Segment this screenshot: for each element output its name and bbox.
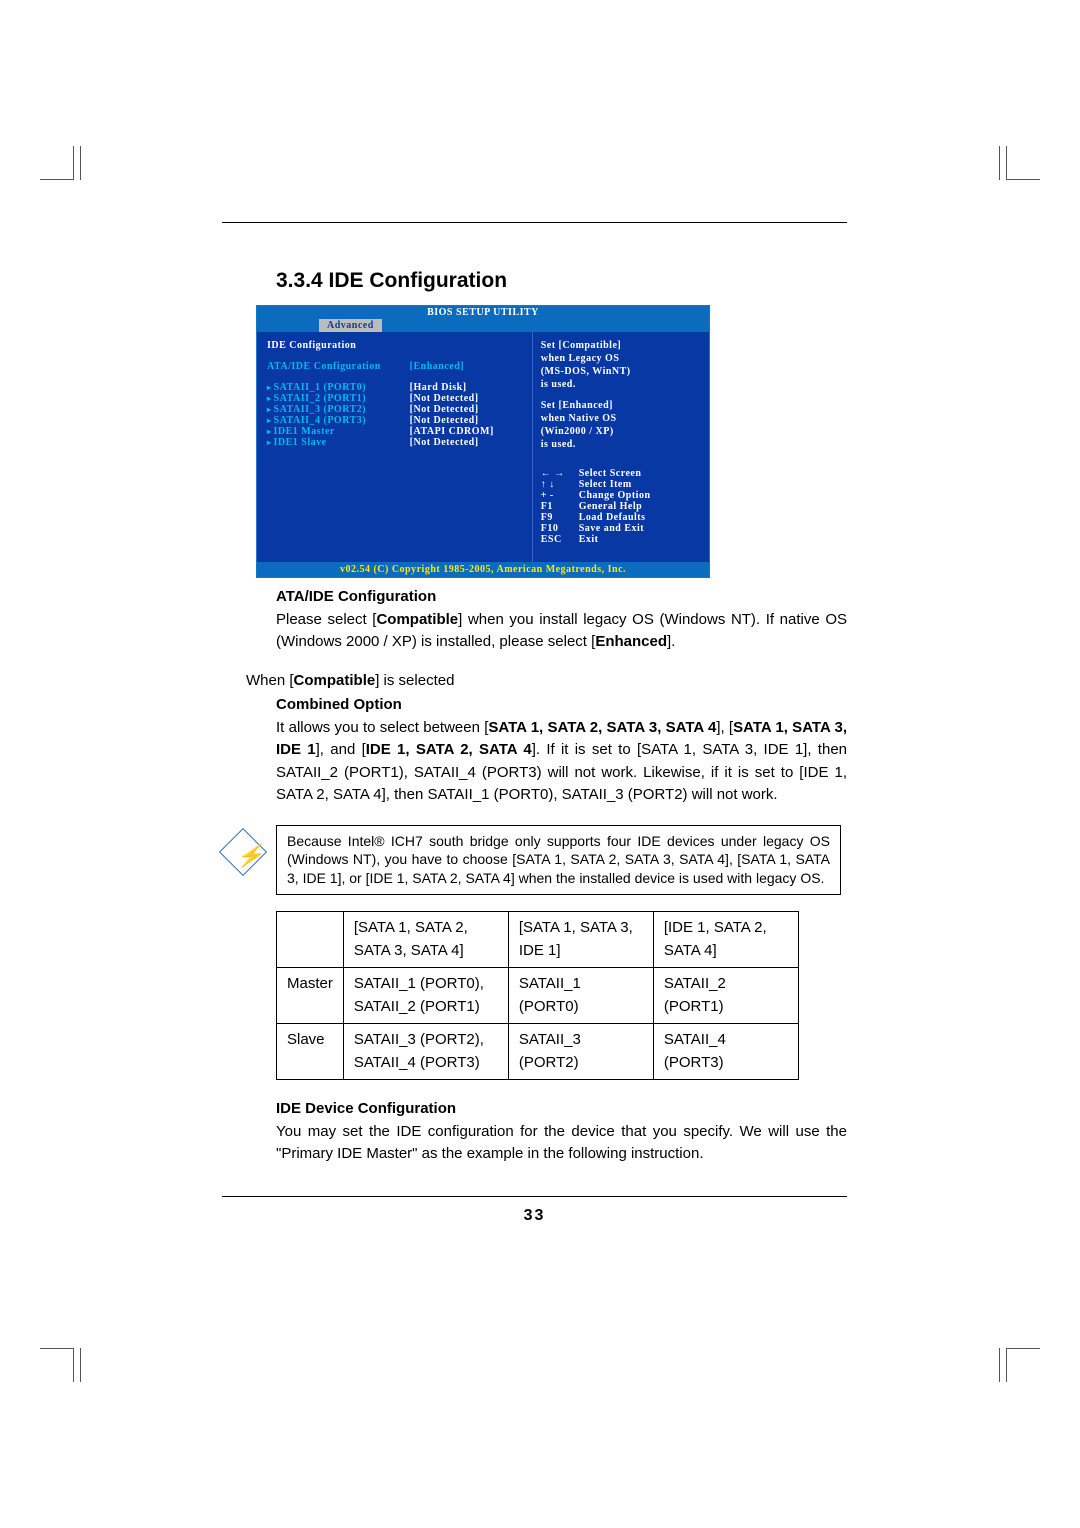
bios-dev-value: [Not Detected] — [410, 393, 479, 404]
crop-mark-tl — [40, 146, 74, 180]
bios-config-label: ATA/IDE Configuration — [267, 361, 381, 372]
bios-screenshot: BIOS SETUP UTILITY Advanced IDE Configur… — [256, 305, 710, 578]
bios-dev-value: [ATAPI CDROM] — [410, 426, 494, 437]
table-header: [SATA 1, SATA 2, SATA 3, SATA 4] — [343, 912, 508, 968]
bios-title: BIOS SETUP UTILITY — [257, 306, 709, 319]
crop-mark-tr — [1006, 146, 1040, 180]
combined-option-paragraph: It allows you to select between [SATA 1,… — [276, 717, 847, 807]
bios-dev-value: [Not Detected] — [410, 415, 479, 426]
bios-key-legend: ← →Select Screen ↑ ↓Select Item + -Chang… — [541, 468, 701, 545]
bios-dev-value: [Not Detected] — [410, 404, 479, 415]
section-heading: 3.3.4 IDE Configuration — [276, 269, 847, 293]
bios-help-line: is used. — [541, 379, 701, 390]
bios-dev-label: SATAII_3 (PORT2) — [274, 404, 367, 415]
table-header: [SATA 1, SATA 3, IDE 1] — [508, 912, 653, 968]
table-header — [277, 912, 344, 968]
ata-ide-heading: ATA/IDE Configuration — [276, 586, 847, 609]
bios-tab-advanced: Advanced — [319, 319, 382, 332]
rule-bottom — [222, 1196, 847, 1197]
bios-dev-label: IDE1 Master — [274, 426, 335, 437]
ide-device-heading: IDE Device Configuration — [276, 1098, 847, 1121]
bios-left-panel: IDE Configuration ATA/IDE Configuration … — [257, 332, 533, 562]
crop-mark-br — [1006, 1348, 1040, 1382]
bios-dev-label: IDE1 Slave — [274, 437, 327, 448]
bios-config-value: [Enhanced] — [410, 361, 464, 372]
note-box: Because Intel® ICH7 south bridge only su… — [276, 825, 841, 896]
rule-top — [222, 222, 847, 223]
bios-help-line: Set [Compatible] — [541, 340, 701, 351]
bios-right-panel: Set [Compatible] when Legacy OS (MS-DOS,… — [533, 332, 709, 562]
page-number: 33 — [222, 1207, 847, 1225]
bios-dev-value: [Hard Disk] — [410, 382, 467, 393]
bios-dev-label: SATAII_1 (PORT0) — [274, 382, 367, 393]
bios-dev-label: SATAII_4 (PORT3) — [274, 415, 367, 426]
bios-dev-label: SATAII_2 (PORT1) — [274, 393, 367, 404]
crop-mark-bl — [40, 1348, 74, 1382]
bios-left-header: IDE Configuration — [267, 340, 522, 351]
note-icon: ⚡ — [222, 829, 266, 879]
bios-help-line: (MS-DOS, WinNT) — [541, 366, 701, 377]
bios-help-line: Set [Enhanced] — [541, 400, 701, 411]
bios-tabbar: Advanced — [257, 319, 709, 332]
bios-help-line: when Native OS — [541, 413, 701, 424]
bios-dev-value: [Not Detected] — [410, 437, 479, 448]
bios-help-line: is used. — [541, 439, 701, 450]
table-row: Master SATAII_1 (PORT0), SATAII_2 (PORT1… — [277, 968, 799, 1024]
table-row: Slave SATAII_3 (PORT2), SATAII_4 (PORT3)… — [277, 1024, 799, 1080]
combined-option-table: [SATA 1, SATA 2, SATA 3, SATA 4] [SATA 1… — [276, 911, 799, 1080]
ide-device-paragraph: You may set the IDE configuration for th… — [276, 1121, 847, 1166]
table-header: [IDE 1, SATA 2, SATA 4] — [653, 912, 798, 968]
bios-help-line: when Legacy OS — [541, 353, 701, 364]
combined-option-heading: Combined Option — [276, 694, 847, 717]
bios-help-line: (Win2000 / XP) — [541, 426, 701, 437]
bios-footer: v02.54 (C) Copyright 1985-2005, American… — [257, 562, 709, 577]
ata-ide-paragraph: Please select [Compatible] when you inst… — [276, 609, 847, 654]
when-compatible-line: When [Compatible] is selected — [246, 670, 847, 693]
